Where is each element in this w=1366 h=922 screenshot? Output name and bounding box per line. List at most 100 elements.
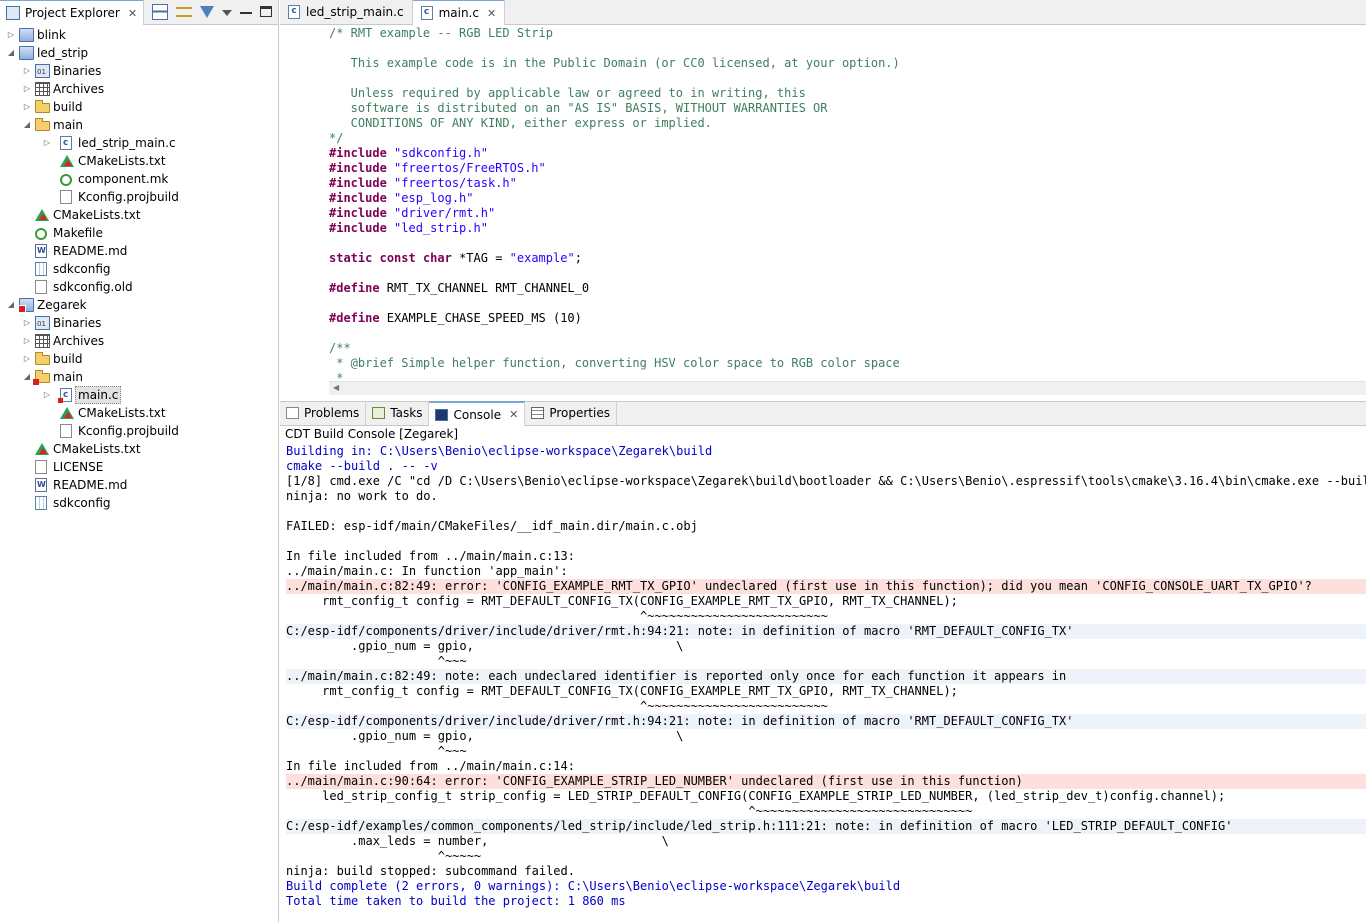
tree-item[interactable]: CMakeLists.txt [0, 206, 278, 224]
tree-item-label: sdkconfig.old [53, 280, 133, 294]
close-icon[interactable]: ✕ [487, 7, 496, 20]
filter-icon[interactable] [200, 6, 214, 18]
tree-collapsed-icon[interactable]: ▷ [22, 62, 32, 80]
tree-collapsed-icon[interactable]: ▷ [22, 350, 32, 368]
tree-item[interactable]: ◢ main [0, 368, 278, 386]
tree-item-label: sdkconfig [53, 262, 111, 276]
console-error-line[interactable]: ../main/main.c:90:64: error: 'CONFIG_EXA… [286, 774, 1366, 789]
tree-item[interactable]: Makefile [0, 224, 278, 242]
tree-collapsed-icon[interactable]: ▷ [22, 80, 32, 98]
code-string: "freertos/FreeRTOS.h" [394, 161, 546, 175]
tab-console[interactable]: Console ✕ [429, 401, 526, 426]
tree-item[interactable]: ◢ main [0, 116, 278, 134]
project-tree: ▷ blink ◢ led_strip ▷ Binaries ▷ Archives ▷ build… [0, 26, 278, 512]
tree-expanded-icon[interactable]: ◢ [22, 368, 32, 386]
readme-file-icon [35, 476, 47, 494]
tree-collapsed-icon[interactable]: ▷ [42, 386, 52, 404]
console-line: FAILED: esp-idf/main/CMakeFiles/__idf_ma… [286, 519, 698, 533]
tree-item[interactable]: README.md [0, 476, 278, 494]
tree-collapsed-icon[interactable]: ▷ [22, 98, 32, 116]
console-line: Building in: C:\Users\Benio\eclipse-work… [286, 444, 713, 458]
tab-properties[interactable]: Properties [525, 401, 617, 425]
tree-item[interactable]: LICENSE [0, 458, 278, 476]
close-icon[interactable]: ✕ [128, 7, 137, 20]
code-comment: /* RMT example -- RGB LED Strip [329, 26, 553, 40]
console-line[interactable]: C:/esp-idf/examples/common_components/le… [286, 819, 1366, 834]
maximize-icon[interactable] [260, 6, 272, 17]
tree-item[interactable]: ▷ Binaries [0, 314, 278, 333]
tree-item[interactable]: ▷ build [0, 350, 278, 368]
view-menu-icon[interactable] [222, 10, 232, 16]
tree-item[interactable]: ▷ blink [0, 26, 278, 44]
code-area[interactable]: 1⊖/* RMT example -- RGB LED Strip23 This… [329, 26, 1366, 381]
tree-item-label: CMakeLists.txt [53, 442, 141, 456]
tree-expanded-icon[interactable]: ◢ [22, 116, 32, 134]
folder-icon [35, 352, 50, 365]
tab-project-explorer[interactable]: Project Explorer ✕ [0, 0, 145, 25]
code-editor-panel: c led_strip_main.c c main.c ✕ 1⊖/* RMT examp… [280, 0, 1366, 395]
console-icon [435, 408, 449, 421]
tree-item[interactable]: ▷ Archives [0, 332, 278, 350]
tree-item-label: Binaries [53, 64, 102, 78]
tree-collapsed-icon[interactable]: ▷ [22, 314, 32, 332]
console-line[interactable]: ../main/main.c:82:49: note: each undecla… [286, 669, 1366, 684]
tree-item[interactable]: ▷ Archives [0, 80, 278, 98]
collapse-all-icon[interactable] [152, 4, 168, 20]
tree-item[interactable]: Kconfig.projbuild [0, 422, 278, 440]
tree-item[interactable]: CMakeLists.txt [0, 440, 278, 458]
tree-item[interactable]: ◢ Zegarek [0, 296, 278, 314]
code-text: RMT_TX_CHANNEL RMT_CHANNEL_0 [379, 281, 590, 295]
tree-item[interactable]: README.md [0, 242, 278, 260]
c-source-file-icon: c [420, 6, 433, 20]
tree-item-label: Kconfig.projbuild [78, 424, 179, 438]
tree-item[interactable]: CMakeLists.txt [0, 152, 278, 170]
tree-expanded-icon[interactable]: ◢ [6, 296, 16, 314]
console-line: ^~~~~~~~~~~~~~~~~~~~~~~~~~ [286, 699, 828, 713]
minimize-icon[interactable] [240, 4, 252, 14]
tree-item[interactable]: ▷ Binaries [0, 62, 278, 81]
code-keyword: #define [329, 281, 380, 295]
tree-item[interactable]: sdkconfig.old [0, 278, 278, 296]
tree-expanded-icon[interactable]: ◢ [6, 44, 16, 62]
makefile-icon [35, 228, 47, 240]
console-line[interactable]: C:/esp-idf/components/driver/include/dri… [286, 624, 1366, 639]
tab-label: Problems [304, 406, 360, 420]
tree-item[interactable]: ◢ led_strip [0, 44, 278, 62]
editor-tab[interactable]: c led_strip_main.c [280, 0, 413, 24]
tree-item[interactable]: sdkconfig [0, 494, 278, 512]
code-string: "sdkconfig.h" [394, 146, 488, 160]
tree-item[interactable]: CMakeLists.txt [0, 404, 278, 422]
tree-item-label: Archives [53, 82, 105, 96]
horizontal-scrollbar[interactable]: ◀ [329, 381, 1366, 395]
project-explorer-panel: Project Explorer ✕ ▷ blink ◢ led_strip ▷ Bina… [0, 0, 279, 922]
tree-collapsed-icon[interactable]: ▷ [6, 26, 16, 44]
code-comment: */ [329, 131, 344, 145]
tab-problems[interactable]: Problems [280, 401, 367, 425]
tree-item[interactable]: Kconfig.projbuild [0, 188, 278, 206]
scroll-left-icon[interactable]: ◀ [333, 383, 339, 392]
bottom-tabbar: Problems Tasks Console ✕ Properties [280, 401, 1366, 426]
tree-item[interactable]: component.mk [0, 170, 278, 188]
tree-item[interactable]: ▷ main.c [0, 386, 278, 404]
tree-item[interactable]: ▷ build [0, 98, 278, 116]
tree-item[interactable]: ▷ led_strip_main.c [0, 134, 278, 152]
close-icon[interactable]: ✕ [509, 408, 518, 421]
tree-item[interactable]: sdkconfig [0, 260, 278, 278]
editor-tab[interactable]: c main.c ✕ [412, 0, 506, 25]
tree-collapsed-icon[interactable]: ▷ [42, 134, 52, 152]
code-line: 18#define RMT_TX_CHANNEL RMT_CHANNEL_0 [329, 281, 1366, 296]
console-line[interactable]: C:/esp-idf/components/driver/include/dri… [286, 714, 1366, 729]
tree-item-label: sdkconfig [53, 496, 111, 510]
console-output[interactable]: Building in: C:\Users\Benio\eclipse-work… [280, 444, 1366, 922]
console-line: ninja: build stopped: subcommand failed. [286, 864, 575, 878]
console-line: rmt_config_t config = RMT_DEFAULT_CONFIG… [286, 684, 958, 698]
code-string: "driver/rmt.h" [394, 206, 496, 220]
tasks-icon [372, 407, 386, 419]
tab-tasks[interactable]: Tasks [366, 401, 430, 425]
console-line: Total time taken to build the project: 1… [286, 894, 626, 908]
link-with-editor-icon[interactable] [176, 7, 192, 17]
console-panel: Problems Tasks Console ✕ Properties CDT Buil… [280, 401, 1366, 922]
tree-collapsed-icon[interactable]: ▷ [22, 332, 32, 350]
console-error-line[interactable]: ../main/main.c:82:49: error: 'CONFIG_EXA… [286, 579, 1366, 594]
